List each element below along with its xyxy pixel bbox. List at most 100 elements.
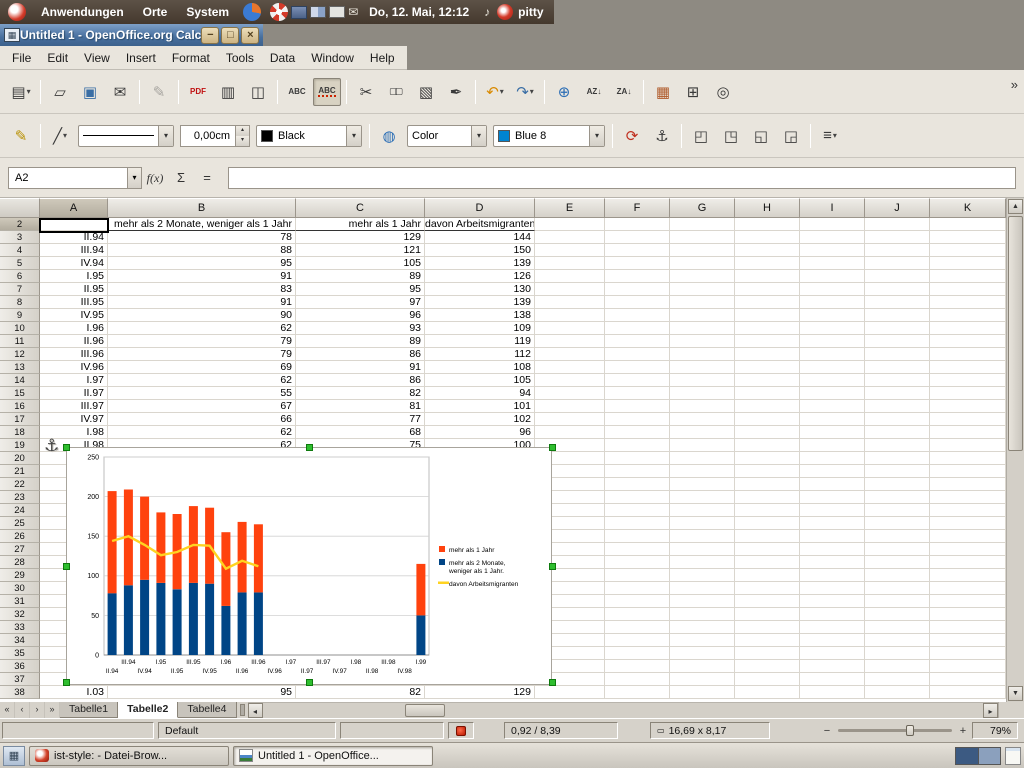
row-header-10[interactable]: 10 [0, 322, 40, 335]
row-header-6[interactable]: 6 [0, 270, 40, 283]
places-menu[interactable]: Orte [135, 0, 176, 24]
bring-to-front-icon[interactable]: ◰ [687, 122, 715, 150]
cell-E11[interactable] [535, 335, 605, 348]
zoom-out-icon[interactable]: − [822, 725, 832, 737]
vertical-scrollbar-thumb[interactable] [1008, 216, 1023, 451]
cell-I8[interactable] [800, 296, 865, 309]
area-style-select[interactable]: Color▾ [407, 125, 487, 147]
cell-F26[interactable] [605, 530, 670, 543]
cell-E10[interactable] [535, 322, 605, 335]
cell-F8[interactable] [605, 296, 670, 309]
cell-E3[interactable] [535, 231, 605, 244]
tray-monitor-icon[interactable] [329, 6, 345, 18]
cell-A5[interactable]: IV.94 [40, 257, 108, 270]
cell-H35[interactable] [735, 647, 800, 660]
sum-button[interactable]: Σ [168, 166, 194, 190]
embedded-chart-object[interactable]: 050100150200250II.94III.94IV.94I.95II.95… [66, 447, 552, 685]
cell-F23[interactable] [605, 491, 670, 504]
cell-G35[interactable] [670, 647, 735, 660]
cell-B12[interactable]: 79 [108, 348, 296, 361]
cell-J19[interactable] [865, 439, 930, 452]
cell-G33[interactable] [670, 621, 735, 634]
line-color-select[interactable]: Black▾ [256, 125, 362, 147]
cell-A12[interactable]: III.96 [40, 348, 108, 361]
horizontal-scrollbar-track[interactable] [263, 703, 984, 718]
cell-K17[interactable] [930, 413, 1006, 426]
send-to-back-icon[interactable]: ◳ [717, 122, 745, 150]
cell-D15[interactable]: 94 [425, 387, 535, 400]
cell-I31[interactable] [800, 595, 865, 608]
cell-G6[interactable] [670, 270, 735, 283]
line-style-select[interactable]: ▾ [78, 125, 174, 147]
cell-D10[interactable]: 109 [425, 322, 535, 335]
row-header-12[interactable]: 12 [0, 348, 40, 361]
row-header-13[interactable]: 13 [0, 361, 40, 374]
cell-G2[interactable] [670, 218, 735, 231]
chart-bar-segment[interactable] [254, 524, 263, 592]
cell-I29[interactable] [800, 569, 865, 582]
cell-C38[interactable]: 82 [296, 686, 425, 699]
chart-bar-segment[interactable] [173, 589, 182, 655]
cell-A2[interactable] [40, 218, 108, 231]
cell-F19[interactable] [605, 439, 670, 452]
chart-bar-segment[interactable] [140, 497, 149, 580]
cell-J3[interactable] [865, 231, 930, 244]
cell-F24[interactable] [605, 504, 670, 517]
cell-F14[interactable] [605, 374, 670, 387]
select-all-corner[interactable] [0, 198, 40, 218]
cell-J32[interactable] [865, 608, 930, 621]
column-header-g[interactable]: G [670, 198, 735, 218]
line-color-dropdown-icon[interactable]: ▾ [346, 126, 361, 146]
area-icon[interactable]: ◍ [375, 122, 403, 150]
cell-H36[interactable] [735, 660, 800, 673]
cell-I23[interactable] [800, 491, 865, 504]
chart-bar-segment[interactable] [108, 491, 117, 593]
cell-J15[interactable] [865, 387, 930, 400]
cell-D18[interactable]: 96 [425, 426, 535, 439]
cell-I25[interactable] [800, 517, 865, 530]
cell-H22[interactable] [735, 478, 800, 491]
cell-G22[interactable] [670, 478, 735, 491]
function-wizard-button[interactable]: f(x) [142, 166, 168, 190]
cell-J28[interactable] [865, 556, 930, 569]
user-switcher-icon[interactable] [497, 4, 513, 20]
cell-C8[interactable]: 97 [296, 296, 425, 309]
cell-H38[interactable] [735, 686, 800, 699]
cell-H10[interactable] [735, 322, 800, 335]
taskbar-window-2[interactable]: Untitled 1 - OpenOffice... [233, 746, 433, 766]
cell-J37[interactable] [865, 673, 930, 686]
menu-help[interactable]: Help [362, 49, 403, 67]
cell-F18[interactable] [605, 426, 670, 439]
page-preview-icon[interactable]: ◫ [244, 78, 272, 106]
cell-E38[interactable] [535, 686, 605, 699]
cell-I26[interactable] [800, 530, 865, 543]
cell-E8[interactable] [535, 296, 605, 309]
cell-H34[interactable] [735, 634, 800, 647]
cell-I18[interactable] [800, 426, 865, 439]
cell-H15[interactable] [735, 387, 800, 400]
cell-G32[interactable] [670, 608, 735, 621]
redo-icon[interactable]: ↷▾ [511, 78, 539, 106]
cell-K20[interactable] [930, 452, 1006, 465]
cell-J36[interactable] [865, 660, 930, 673]
chart-bar-segment[interactable] [238, 522, 247, 593]
sheet-tab-tabelle2[interactable]: Tabelle2 [118, 702, 178, 718]
cell-K38[interactable] [930, 686, 1006, 699]
row-header-20[interactable]: 20 [0, 452, 40, 465]
cell-K8[interactable] [930, 296, 1006, 309]
copy-icon[interactable]: ▢▢ [382, 78, 410, 106]
cell-C17[interactable]: 77 [296, 413, 425, 426]
tray-mail-icon[interactable]: ✉ [348, 5, 358, 19]
cell-K24[interactable] [930, 504, 1006, 517]
cell-I20[interactable] [800, 452, 865, 465]
cell-H7[interactable] [735, 283, 800, 296]
cell-E13[interactable] [535, 361, 605, 374]
hyperlink-icon[interactable]: ⊕ [550, 78, 578, 106]
row-header-24[interactable]: 24 [0, 504, 40, 517]
cell-J38[interactable] [865, 686, 930, 699]
cell-F30[interactable] [605, 582, 670, 595]
row-header-19[interactable]: 19 [0, 439, 40, 452]
taskbar-window-1[interactable]: ist-style: - Datei-Brow... [29, 746, 229, 766]
cell-C6[interactable]: 89 [296, 270, 425, 283]
tab-prev-icon[interactable]: ‹ [15, 702, 30, 718]
